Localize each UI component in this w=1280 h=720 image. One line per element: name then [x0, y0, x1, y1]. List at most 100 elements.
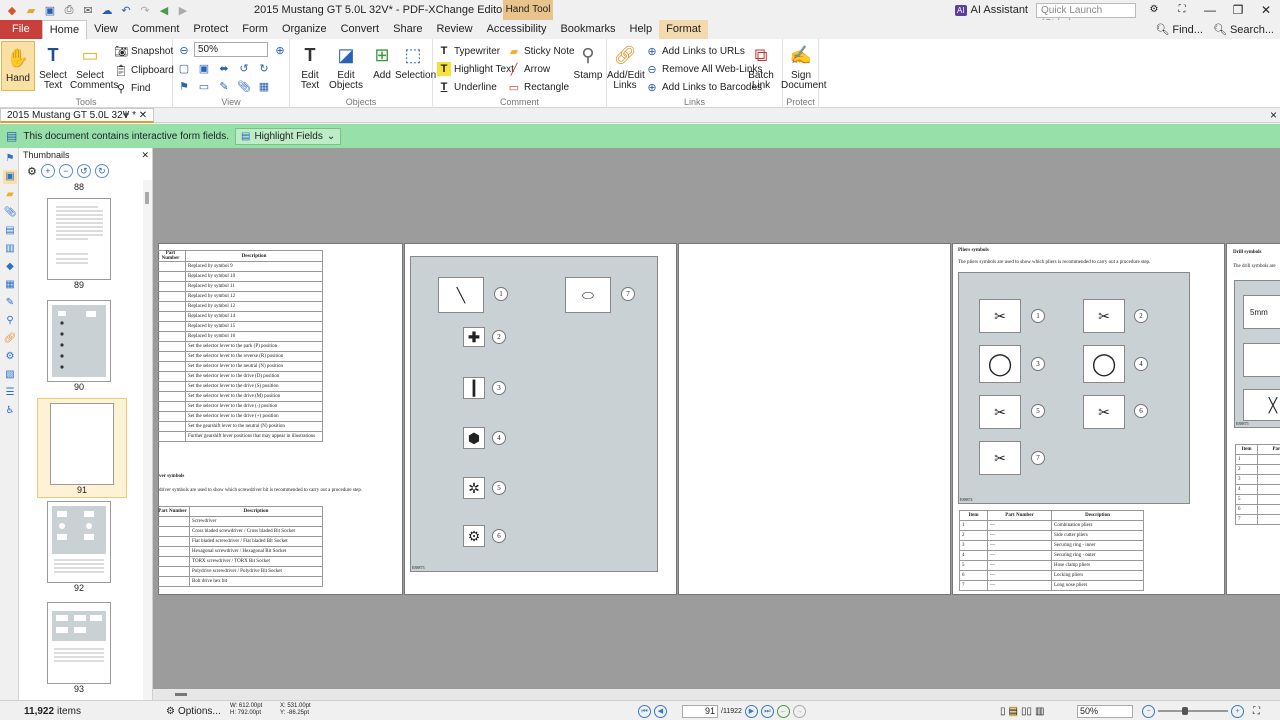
save-icon[interactable]: ▣ [42, 2, 58, 18]
zoom-slider[interactable] [1158, 707, 1228, 715]
continuous-facing-icon[interactable]: ▥ [1035, 706, 1044, 717]
first-page-icon[interactable]: ⏮ [638, 704, 651, 718]
scroll-thumb[interactable] [175, 693, 187, 696]
edit-objects-button[interactable]: ◪ Edit Objects [326, 41, 366, 91]
find-tool-button[interactable]: ⚲ Find [114, 80, 150, 96]
undo-icon[interactable]: ↶ [118, 2, 134, 18]
hand-tool-button[interactable]: ✋ Hand [1, 41, 35, 91]
fit-width-icon[interactable]: ⬌ [216, 60, 232, 76]
attachment-icon[interactable]: 📎︎ [236, 78, 252, 94]
print-icon[interactable]: ⎙ [61, 2, 77, 18]
thumbnail-93[interactable]: 93 [19, 602, 139, 700]
accessibility-panel-icon[interactable]: ♿︎ [3, 404, 17, 418]
links-panel-icon[interactable]: 🔗︎ [3, 332, 17, 346]
thumbnail-92[interactable]: 92 [19, 501, 139, 599]
document-view[interactable]: Part Number Description Replaced by symbo… [153, 148, 1280, 689]
bookmarks-panel-icon[interactable]: ⚑ [3, 152, 17, 166]
articles-panel-icon[interactable]: ▧ [3, 368, 17, 382]
tab-format[interactable]: Format [659, 20, 708, 39]
close-button[interactable]: ✕ [1252, 0, 1280, 20]
rotate-right-thumb-icon[interactable]: ↻ [94, 164, 109, 178]
options-button[interactable]: ⚙ Options... [166, 704, 221, 718]
single-page-icon[interactable]: ▭ [196, 78, 212, 94]
actual-size-icon[interactable]: ▢ [176, 60, 192, 76]
tab-review[interactable]: Review [429, 20, 479, 39]
status-zoom-in-icon[interactable]: + [1231, 704, 1244, 718]
zoom-level-select[interactable]: 50% [1077, 704, 1133, 718]
comments-panel-icon[interactable]: ▰ [3, 188, 17, 202]
thumbnail-88[interactable]: 88 [19, 182, 139, 192]
underline-button[interactable]: T Underline [437, 79, 497, 95]
sticky-note-button[interactable]: ▰ Sticky Note [507, 43, 575, 59]
note-icon[interactable]: ✎ [216, 78, 232, 94]
maximize-button[interactable]: ❐ [1224, 0, 1252, 20]
tags-panel-icon[interactable]: ▦ [3, 278, 17, 292]
tab-share[interactable]: Share [386, 20, 429, 39]
tab-protect[interactable]: Protect [186, 20, 235, 39]
thumbnail-91[interactable]: 91 [37, 398, 127, 498]
highlight-fields-button[interactable]: ▤ Highlight Fields ⌄ [235, 127, 342, 145]
select-comments-button[interactable]: ▭ Select Comments [70, 41, 118, 91]
status-zoom-out-icon[interactable]: − [1142, 704, 1155, 718]
rectangle-button[interactable]: ▭ Rectangle [507, 79, 569, 95]
minimize-button[interactable]: — [1196, 0, 1224, 20]
batch-link-button[interactable]: ⧉ Batch Link [743, 41, 779, 91]
tab-form[interactable]: Form [235, 20, 275, 39]
ai-assistant-button[interactable]: AI AI Assistant [951, 4, 1032, 16]
back-icon[interactable]: ◀ [156, 2, 172, 18]
tab-accessibility[interactable]: Accessibility [480, 20, 554, 39]
attachments-panel-icon[interactable]: 📎︎ [3, 206, 17, 220]
thumbnail-90[interactable]: 90 [19, 300, 139, 398]
page-layout-icon[interactable]: ▦ [256, 78, 272, 94]
open-folder-icon[interactable]: ▰ [23, 2, 39, 18]
continuous-view-icon[interactable]: ▤ [1008, 705, 1018, 717]
tab-close-icon[interactable]: ✕ [139, 110, 147, 121]
next-page-icon[interactable]: ▶ [744, 704, 758, 718]
fullscreen-icon[interactable]: ⛶ [1168, 0, 1196, 20]
fields-panel-icon[interactable]: ▥ [3, 242, 17, 256]
back-view-icon[interactable]: ← [776, 704, 790, 718]
thumbnails-panel-icon[interactable]: ▣ [3, 170, 17, 184]
quick-launch-input[interactable]: Quick Launch (Ctrl+.) [1036, 2, 1136, 29]
highlight-text-button[interactable]: T Highlight Text [437, 61, 514, 77]
horizontal-scrollbar[interactable] [153, 689, 1280, 700]
snapshot-button[interactable]: 📷︎ Snapshot [114, 43, 173, 59]
zoom-out-icon[interactable]: ⊖ [176, 42, 192, 58]
bookmark-icon[interactable]: ⚑ [176, 78, 192, 94]
edit-text-button[interactable]: T Edit Text [292, 41, 328, 91]
zoom-select[interactable]: 50% [194, 42, 268, 57]
rotate-left-icon[interactable]: ↺ [236, 60, 252, 76]
tab-comment[interactable]: Comment [125, 20, 187, 39]
selection-button[interactable]: ⬚ Selection [395, 41, 436, 81]
facing-view-icon[interactable]: ▯▯ [1021, 706, 1032, 717]
properties-panel-icon[interactable]: ⚙ [3, 350, 17, 364]
tab-file[interactable]: File [0, 20, 42, 39]
close-document-button[interactable]: × [1270, 108, 1277, 122]
new-tab-button[interactable]: + [120, 108, 132, 121]
single-page-view-icon[interactable]: ▯ [1000, 706, 1006, 717]
order-panel-icon[interactable]: ☰ [3, 386, 17, 400]
fit-page-icon[interactable]: ▣ [196, 60, 212, 76]
fullscreen-status-icon[interactable]: ⛶ [1253, 706, 1260, 717]
thumb-zoom-in-icon[interactable]: + [40, 164, 55, 178]
search-button[interactable]: 🔍︎ Search... [1213, 23, 1274, 36]
rotate-right-icon[interactable]: ↻ [256, 60, 272, 76]
thumb-zoom-out-icon[interactable]: − [58, 164, 73, 178]
previous-page-icon[interactable]: ◀ [654, 704, 667, 718]
destinations-panel-icon[interactable]: ⚲ [3, 314, 17, 328]
settings-icon[interactable]: ⚙ [1140, 0, 1168, 20]
email-icon[interactable]: ✉ [80, 2, 96, 18]
zoom-in-icon[interactable]: ⊕ [272, 42, 288, 58]
tab-organize[interactable]: Organize [275, 20, 334, 39]
arrow-button[interactable]: ╱ Arrow [507, 61, 550, 77]
clipboard-button[interactable]: 📋︎ Clipboard [114, 62, 174, 78]
stamp-button[interactable]: ⚲ Stamp [570, 41, 606, 81]
tab-view[interactable]: View [87, 20, 125, 39]
tab-convert[interactable]: Convert [334, 20, 387, 39]
forward-icon[interactable]: ▶ [175, 2, 191, 18]
forward-view-icon[interactable]: → [792, 704, 806, 718]
typewriter-button[interactable]: T Typewriter [437, 43, 501, 59]
scroll-thumb[interactable] [145, 192, 149, 204]
zoom-slider-thumb[interactable] [1182, 707, 1188, 715]
rotate-left-thumb-icon[interactable]: ↺ [76, 164, 91, 178]
